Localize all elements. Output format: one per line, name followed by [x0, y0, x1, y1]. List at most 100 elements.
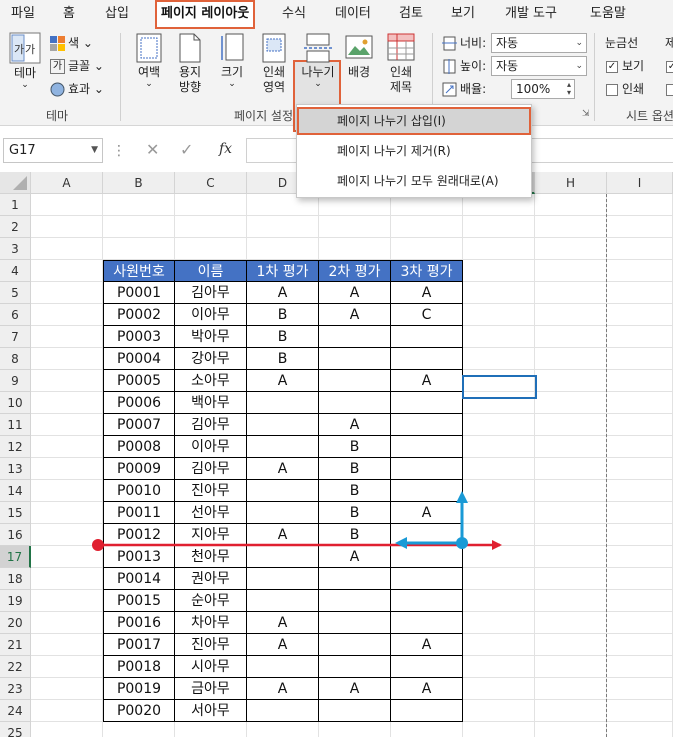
table-cell[interactable]: A	[391, 282, 463, 304]
active-cell-G17[interactable]	[462, 375, 537, 399]
row-header-22[interactable]: 22	[0, 656, 31, 678]
table-cell[interactable]: P0020	[103, 700, 175, 722]
table-cell[interactable]: P0002	[103, 304, 175, 326]
table-cell[interactable]: A	[247, 678, 319, 700]
table-cell[interactable]: B	[319, 502, 391, 524]
tab-item[interactable]: 개발 도구	[505, 0, 557, 29]
table-cell[interactable]: A	[391, 678, 463, 700]
table-cell[interactable]	[391, 326, 463, 348]
table-cell[interactable]	[247, 436, 319, 458]
row-header-25[interactable]: 25	[0, 722, 31, 737]
row-header-18[interactable]: 18	[0, 568, 31, 590]
row-header-21[interactable]: 21	[0, 634, 31, 656]
table-cell[interactable]: P0014	[103, 568, 175, 590]
table-cell[interactable]	[319, 326, 391, 348]
table-cell[interactable]: A	[247, 634, 319, 656]
table-header-cell[interactable]: 1차 평가	[247, 260, 319, 282]
table-cell[interactable]: A	[247, 612, 319, 634]
table-cell[interactable]: 서아무	[175, 700, 247, 722]
table-cell[interactable]: C	[391, 304, 463, 326]
breaks-button[interactable]: 나누기 ⌄	[296, 33, 340, 89]
scale-spinner[interactable]: 100% ▴ ▾	[511, 79, 575, 99]
theme-colors-button[interactable]: 색 ⌄	[50, 33, 93, 53]
table-cell[interactable]: 시아무	[175, 656, 247, 678]
table-cell[interactable]	[391, 392, 463, 414]
table-cell[interactable]: P0001	[103, 282, 175, 304]
row-header-24[interactable]: 24	[0, 700, 31, 722]
table-cell[interactable]: P0013	[103, 546, 175, 568]
table-cell[interactable]	[247, 656, 319, 678]
table-cell[interactable]: A	[391, 502, 463, 524]
theme-effects-button[interactable]: 효과 ⌄	[50, 79, 104, 99]
table-cell[interactable]	[391, 546, 463, 568]
table-cell[interactable]: P0018	[103, 656, 175, 678]
row-header-20[interactable]: 20	[0, 612, 31, 634]
table-cell[interactable]: A	[319, 678, 391, 700]
themes-button[interactable]: 가 가 테마 ⌄	[6, 32, 44, 90]
table-cell[interactable]	[319, 612, 391, 634]
row-header-17[interactable]: 17	[0, 546, 31, 568]
table-cell[interactable]	[247, 568, 319, 590]
table-cell[interactable]: P0016	[103, 612, 175, 634]
orientation-button[interactable]: 용지 방향	[170, 33, 210, 95]
table-cell[interactable]: P0003	[103, 326, 175, 348]
headings-print-checkbox[interactable]	[666, 79, 673, 99]
tab-page-layout[interactable]: 페이지 레이아웃	[155, 0, 256, 29]
tab-item[interactable]: 도움말	[590, 0, 626, 29]
table-cell[interactable]: 차아무	[175, 612, 247, 634]
row-header-6[interactable]: 6	[0, 304, 31, 326]
table-cell[interactable]: B	[247, 326, 319, 348]
table-cell[interactable]	[391, 414, 463, 436]
table-cell[interactable]	[247, 414, 319, 436]
table-cell[interactable]	[247, 546, 319, 568]
table-header-cell[interactable]: 이름	[175, 260, 247, 282]
margins-button[interactable]: 여백 ⌄	[129, 33, 169, 89]
headings-view-checkbox[interactable]: ✓	[666, 56, 673, 76]
row-header-1[interactable]: 1	[0, 194, 31, 216]
theme-fonts-button[interactable]: 가 글꼴 ⌄	[50, 56, 104, 76]
gridlines-print-checkbox[interactable]: 인쇄	[606, 79, 644, 99]
row-header-16[interactable]: 16	[0, 524, 31, 546]
row-header-9[interactable]: 9	[0, 370, 31, 392]
enter-check-icon[interactable]: ✓	[180, 140, 193, 159]
height-select[interactable]: 자동 ⌄	[491, 56, 587, 76]
table-cell[interactable]: A	[391, 634, 463, 656]
row-header-23[interactable]: 23	[0, 678, 31, 700]
table-cell[interactable]	[247, 590, 319, 612]
tab-item[interactable]: 보기	[451, 0, 475, 29]
column-header-A[interactable]: A	[31, 172, 103, 194]
row-header-4[interactable]: 4	[0, 260, 31, 282]
name-box[interactable]: G17 ▼	[3, 138, 103, 163]
column-header-H[interactable]: H	[535, 172, 607, 194]
table-cell[interactable]: A	[319, 282, 391, 304]
table-cell[interactable]	[247, 502, 319, 524]
tab-item[interactable]: 수식	[282, 0, 306, 29]
table-cell[interactable]: 권아무	[175, 568, 247, 590]
table-cell[interactable]: A	[319, 304, 391, 326]
table-cell[interactable]: P0010	[103, 480, 175, 502]
table-cell[interactable]: 백아무	[175, 392, 247, 414]
table-cell[interactable]	[319, 348, 391, 370]
table-cell[interactable]: 천아무	[175, 546, 247, 568]
cancel-icon[interactable]: ✕	[146, 140, 159, 159]
row-header-13[interactable]: 13	[0, 458, 31, 480]
column-header-I[interactable]: I	[607, 172, 673, 194]
row-header-3[interactable]: 3	[0, 238, 31, 260]
table-cell[interactable]: B	[319, 480, 391, 502]
table-cell[interactable]: 강아무	[175, 348, 247, 370]
select-all-corner[interactable]	[0, 172, 31, 194]
table-cell[interactable]	[391, 524, 463, 546]
table-cell[interactable]	[319, 700, 391, 722]
column-header-C[interactable]: C	[175, 172, 247, 194]
drag-handle-icon[interactable]: ⋮	[112, 143, 126, 159]
table-cell[interactable]: P0009	[103, 458, 175, 480]
width-select[interactable]: 자동 ⌄	[491, 33, 587, 53]
table-cell[interactable]: P0011	[103, 502, 175, 524]
table-cell[interactable]: B	[319, 524, 391, 546]
row-header-8[interactable]: 8	[0, 348, 31, 370]
table-cell[interactable]: P0007	[103, 414, 175, 436]
table-cell[interactable]: 선아무	[175, 502, 247, 524]
table-cell[interactable]: B	[319, 436, 391, 458]
background-button[interactable]: 배경	[342, 33, 376, 80]
table-cell[interactable]: A	[319, 414, 391, 436]
